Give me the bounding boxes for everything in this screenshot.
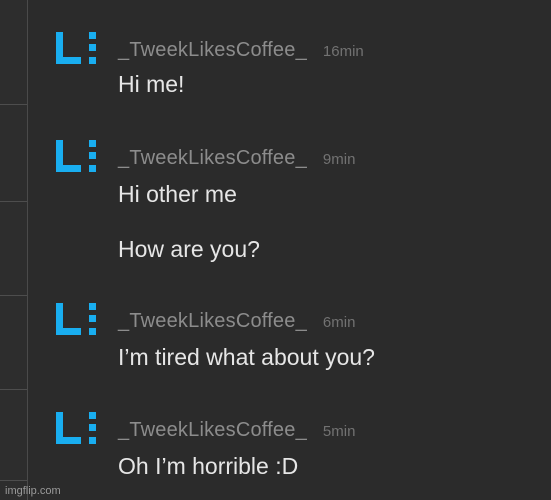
l-colon-logo-icon bbox=[56, 140, 96, 172]
rail-divider bbox=[0, 295, 27, 296]
username[interactable]: _TweekLikesCoffee_ bbox=[118, 147, 307, 169]
username[interactable]: _TweekLikesCoffee_ bbox=[118, 310, 307, 332]
l-colon-logo-icon bbox=[56, 412, 96, 444]
l-colon-logo-icon bbox=[56, 32, 96, 64]
username[interactable]: _TweekLikesCoffee_ bbox=[118, 39, 307, 61]
message-header: _TweekLikesCoffee_ 5min bbox=[118, 420, 355, 440]
avatar[interactable] bbox=[53, 30, 101, 72]
rail-divider bbox=[0, 201, 27, 202]
rail-divider bbox=[0, 104, 27, 105]
message-header: _TweekLikesCoffee_ 6min bbox=[118, 311, 355, 331]
avatar[interactable] bbox=[53, 410, 101, 452]
message-text: How are you? bbox=[118, 236, 260, 262]
message-text: Hi other me bbox=[118, 181, 237, 207]
avatar[interactable] bbox=[53, 301, 101, 343]
message-text: Hi me! bbox=[118, 71, 185, 97]
message-text: Oh I’m horrible :D bbox=[118, 453, 299, 479]
username[interactable]: _TweekLikesCoffee_ bbox=[118, 419, 307, 441]
rail-divider bbox=[0, 480, 27, 481]
message-header: _TweekLikesCoffee_ 9min bbox=[118, 148, 355, 168]
watermark: imgflip.com bbox=[5, 485, 61, 497]
l-colon-logo-icon bbox=[56, 303, 96, 335]
avatar[interactable] bbox=[53, 138, 101, 180]
rail-divider bbox=[0, 389, 27, 390]
timestamp: 9min bbox=[322, 151, 356, 168]
left-rail bbox=[0, 0, 28, 500]
timestamp: 6min bbox=[322, 314, 356, 331]
message-header: _TweekLikesCoffee_ 16min bbox=[118, 40, 364, 60]
message-text: I’m tired what about you? bbox=[118, 344, 375, 370]
timestamp: 5min bbox=[322, 423, 356, 440]
timestamp: 16min bbox=[322, 43, 364, 60]
